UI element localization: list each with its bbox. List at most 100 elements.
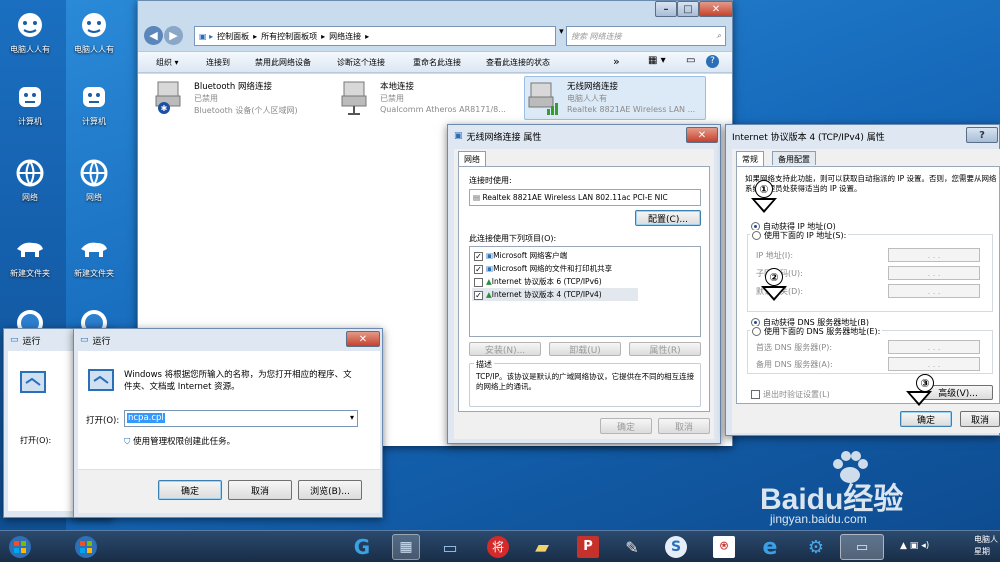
ip-field[interactable]: . . . — [888, 248, 980, 262]
properties-button[interactable]: 属性(R) — [629, 342, 701, 356]
open-label: 打开(O): — [86, 416, 120, 426]
search-input[interactable]: 搜索 网络连接 ⌕ — [566, 26, 726, 46]
organize-button[interactable]: 组织 ▾ — [156, 57, 179, 68]
tray-network-icon[interactable]: ▣ — [910, 541, 919, 551]
app-g-icon[interactable]: G — [348, 534, 376, 560]
desktop-icon-home[interactable]: 电脑人人有 — [66, 8, 122, 55]
admin-note: ⛉ 使用管理权限创建此任务。 — [124, 435, 235, 447]
open-input[interactable]: ncpa.cpl ▾ — [124, 410, 358, 427]
desktop-icon-folder[interactable]: 新建文件夹 — [66, 232, 122, 279]
dialog-title: 运行 — [22, 336, 41, 347]
ie-icon[interactable]: e — [756, 534, 784, 560]
more-options-icon[interactable]: » — [613, 55, 620, 68]
list-item[interactable]: ✓ ▣Microsoft 网络客户端 — [474, 250, 567, 261]
connection-bluetooth[interactable]: ✱ Bluetooth 网络连接 已禁用 Bluetooth 设备(个人区域网) — [154, 78, 334, 120]
view-options-icon[interactable]: ▦ ▾ — [648, 55, 666, 66]
install-button[interactable]: 安装(N)... — [469, 342, 541, 356]
shield-icon: ⛉ — [124, 437, 134, 447]
mask-field[interactable]: . . . — [888, 266, 980, 280]
disable-device-button[interactable]: 禁用此网络设备 — [255, 57, 311, 68]
ok-button[interactable]: 确定 — [900, 411, 952, 427]
cancel-button[interactable]: 取消 — [658, 418, 710, 434]
cancel-button[interactable]: 取消 — [228, 480, 292, 500]
network-connections-taskbar-icon[interactable]: ▭ — [840, 534, 884, 560]
cancel-button[interactable]: 取消 — [960, 411, 1000, 427]
dropdown-arrow-icon[interactable]: ▾ — [350, 413, 354, 422]
sogou-icon[interactable]: S — [662, 534, 690, 560]
back-icon[interactable]: ◀ — [144, 26, 163, 45]
desktop-icon-computer[interactable]: 计算机 — [2, 80, 58, 127]
paint-icon[interactable]: ✎ — [618, 534, 646, 560]
start-button[interactable] — [6, 534, 34, 560]
validate-checkbox[interactable]: 退出时验证设置(L) — [751, 389, 830, 400]
help-icon[interactable]: ? — [706, 55, 719, 68]
tray-volume-icon[interactable]: ◂) — [921, 541, 929, 551]
breadcrumb-item[interactable]: 所有控制面板项 — [261, 31, 317, 42]
dns2-field[interactable]: . . . — [888, 357, 980, 371]
uninstall-button[interactable]: 卸载(U) — [549, 342, 621, 356]
ok-button[interactable]: 确定 — [158, 480, 222, 500]
close-button[interactable]: ✕ — [699, 1, 733, 17]
tray-icons[interactable]: ▲ ▣ ◂) — [900, 541, 929, 551]
checkbox[interactable]: ✓ — [474, 290, 483, 300]
monitor-icon[interactable]: ▭ — [436, 534, 464, 560]
control-panel-taskbar-icon[interactable]: ▦ — [392, 534, 420, 560]
settings-icon[interactable]: ⚙ — [802, 534, 830, 560]
wps-icon[interactable]: P — [574, 534, 602, 560]
pdf-icon[interactable]: ⍟ — [710, 534, 738, 560]
breadcrumb-item[interactable]: 控制面板 — [217, 31, 249, 42]
tab-network[interactable]: 网络 — [458, 151, 486, 166]
connection-local[interactable]: 本地连接 已禁用 Qualcomm Atheros AR8171/8... — [340, 78, 520, 120]
forward-icon[interactable]: ▶ — [164, 26, 183, 45]
wireless-adapter-icon — [528, 82, 558, 115]
desktop-icon-home[interactable]: 电脑人人有 — [2, 8, 58, 55]
tab-general[interactable]: 常规 — [736, 151, 764, 166]
tray-arrow-icon[interactable]: ▲ — [900, 541, 907, 551]
connection-wireless[interactable]: 无线网络连接 电脑人人有 Realtek 8821AE Wireless LAN… — [524, 76, 706, 120]
checkbox[interactable]: ✓ — [474, 251, 483, 261]
maximize-button[interactable]: □ — [677, 1, 699, 17]
list-item[interactable]: ✓ ▣Microsoft 网络的文件和打印机共享 — [474, 263, 612, 274]
globe-icon — [13, 156, 47, 190]
dialog-title: 无线网络连接 属性 — [466, 132, 542, 143]
view-status-button[interactable]: 查看此连接的状态 — [486, 57, 550, 68]
manual-ip-radio[interactable]: 使用下面的 IP 地址(S): — [750, 230, 849, 241]
desktop-icon-computer[interactable]: 计算机 — [66, 80, 122, 127]
desktop-icon-network[interactable]: 网络 — [2, 156, 58, 203]
close-button[interactable]: ✕ — [346, 331, 380, 347]
network-icon: ▣ — [454, 131, 463, 141]
desktop-icon-network[interactable]: 网络 — [66, 156, 122, 203]
checkbox — [751, 390, 760, 399]
address-bar[interactable]: ▣ ▸ 控制面板 ▸ 所有控制面板项 ▸ 网络连接 ▸ — [194, 26, 556, 46]
step-badge-2: ② — [765, 268, 783, 286]
advanced-button[interactable]: 高级(V)... — [923, 385, 993, 400]
connection-name: 无线网络连接 — [567, 82, 619, 92]
close-button[interactable]: ✕ — [686, 127, 718, 143]
gateway-field[interactable]: . . . — [888, 284, 980, 298]
ok-button[interactable]: 确定 — [600, 418, 652, 434]
checkbox[interactable] — [474, 277, 483, 287]
list-item-selected[interactable]: ✓ ▲Internet 协议版本 4 (TCP/IPv4) — [472, 288, 638, 301]
breadcrumb-item[interactable]: 网络连接 — [329, 31, 361, 42]
folder-icon[interactable]: ▰ — [528, 534, 556, 560]
rename-button[interactable]: 重命名此连接 — [413, 57, 461, 68]
desktop-icon-folder[interactable]: 新建文件夹 — [2, 232, 58, 279]
preview-pane-icon[interactable]: ▭ — [686, 55, 695, 66]
help-button[interactable]: ? — [966, 127, 998, 143]
diagnose-button[interactable]: 诊断这个连接 — [337, 57, 385, 68]
manual-dns-radio[interactable]: 使用下面的 DNS 服务器地址(E): — [750, 326, 883, 337]
minimize-button[interactable]: – — [655, 1, 677, 17]
desktop-icon-label: 网络 — [22, 193, 38, 202]
clock[interactable]: 电脑人 星期 — [974, 534, 998, 558]
browse-button[interactable]: 浏览(B)... — [298, 480, 362, 500]
configure-button[interactable]: 配置(C)... — [635, 210, 701, 226]
run-icon: ▭ — [10, 335, 19, 345]
game-icon[interactable]: 将 — [484, 534, 512, 560]
connect-to-button[interactable]: 连接到 — [206, 57, 230, 68]
list-item[interactable]: ▲Internet 协议版本 6 (TCP/IPv6) — [474, 276, 602, 287]
tab-alternate[interactable]: 备用配置 — [772, 151, 816, 165]
connection-name: 本地连接 — [380, 82, 415, 92]
checkbox[interactable]: ✓ — [474, 264, 483, 274]
dns1-field[interactable]: . . . — [888, 340, 980, 354]
start-button-2[interactable] — [72, 534, 100, 560]
